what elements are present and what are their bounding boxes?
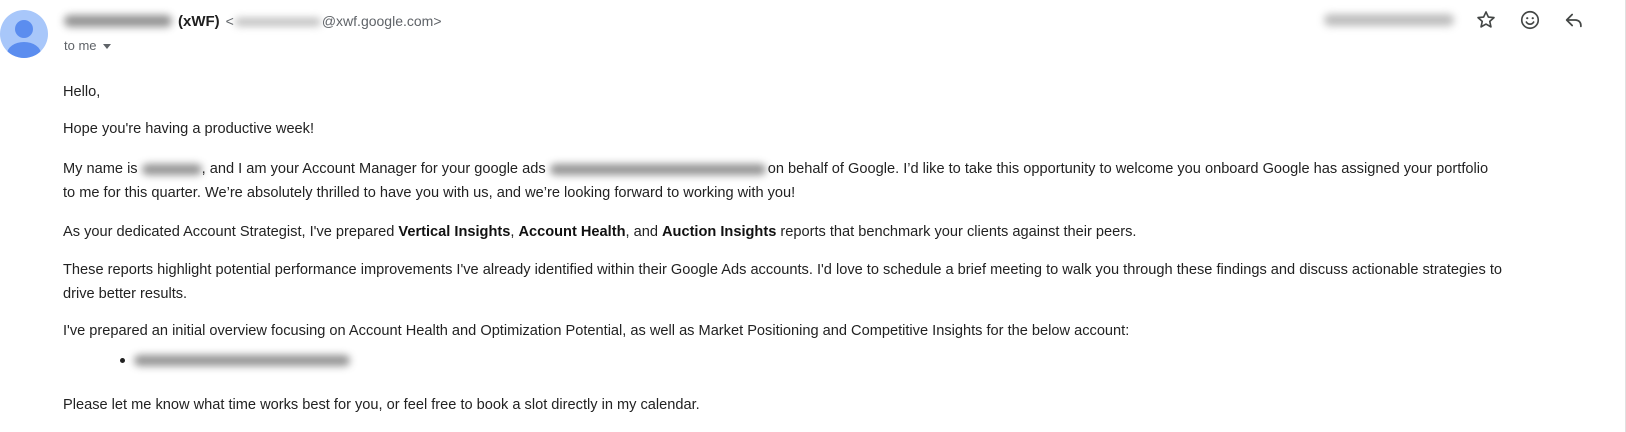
recipient-details-toggle[interactable]: to me <box>64 38 111 53</box>
account-health-label: Account Health <box>518 224 626 240</box>
closing-text: Please let me know what time works best … <box>63 397 700 413</box>
intro-paragraph: My name is , and I am your Account Manag… <box>63 157 1626 205</box>
sender-name-redacted <box>64 15 172 27</box>
address-open-bracket: < <box>225 13 234 29</box>
greeting-text: Hello, <box>63 84 101 100</box>
message-toolbar <box>1324 8 1626 32</box>
reply-icon[interactable] <box>1562 8 1586 32</box>
account-list <box>120 355 350 366</box>
message-date-redacted <box>1324 14 1454 26</box>
strategist-text-2: reports that benchmark your clients agai… <box>776 224 1137 240</box>
sender-email-domain: @xwf.google.com> <box>321 13 442 29</box>
sender-line: (xWF) < @xwf.google.com> <box>64 10 442 32</box>
intro-text-1: My name is <box>63 161 142 177</box>
business-name-redacted <box>549 163 766 175</box>
sender-address[interactable]: < @xwf.google.com> <box>226 13 442 29</box>
strategist-sep-2: , and <box>625 224 662 240</box>
hope-text: Hope you're having a productive week! <box>63 121 315 137</box>
intro-text-4: to me for this quarter. We’re absolutely… <box>63 185 796 201</box>
intro-text-2: , and I am your Account Manager for your… <box>201 161 550 177</box>
overview-paragraph: I've prepared an initial overview focusi… <box>63 323 1130 339</box>
recipient-label: to me <box>64 38 97 53</box>
vertical-insights-label: Vertical Insights <box>398 224 511 240</box>
sender-avatar[interactable] <box>0 10 48 58</box>
manager-name-redacted <box>141 163 202 175</box>
sender-email-local-redacted <box>234 18 321 27</box>
emoji-icon[interactable] <box>1518 8 1542 32</box>
bullet-icon <box>120 358 125 363</box>
strategist-paragraph: As your dedicated Account Strategist, I'… <box>63 220 1136 244</box>
list-item <box>120 355 350 366</box>
star-icon[interactable] <box>1474 8 1498 32</box>
intro-text-3: on behalf of Google. I’d like to take th… <box>767 161 1489 177</box>
strategist-text-1: As your dedicated Account Strategist, I'… <box>63 224 399 240</box>
account-name-redacted <box>134 355 350 366</box>
sender-tag: (xWF) <box>178 12 220 30</box>
reports-paragraph: These reports highlight potential perfor… <box>63 262 1503 302</box>
chevron-down-icon <box>102 44 111 49</box>
auction-insights-label: Auction Insights <box>662 224 777 240</box>
person-icon <box>7 20 41 58</box>
